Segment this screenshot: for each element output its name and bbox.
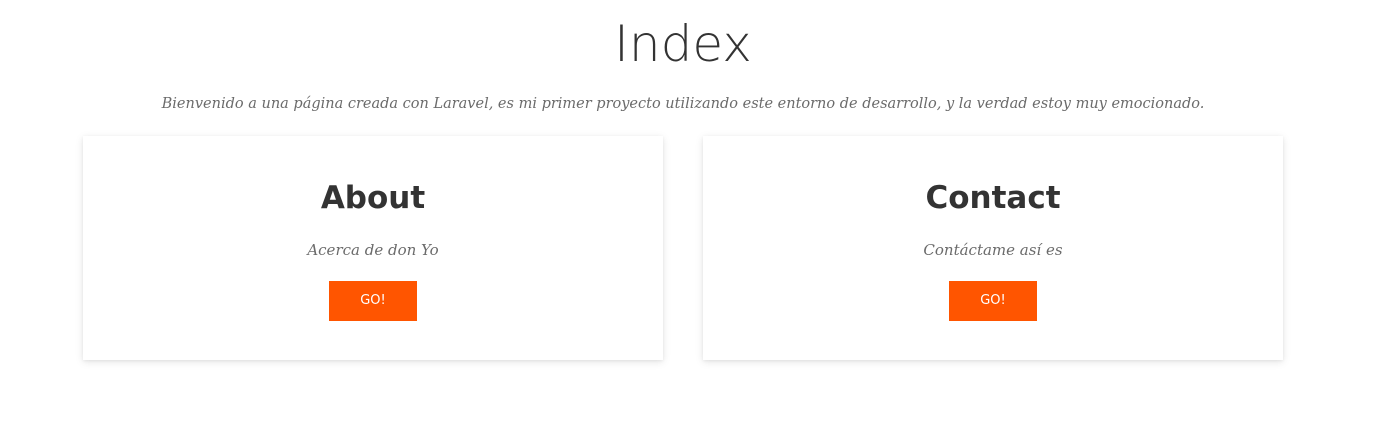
about-card-title: About bbox=[320, 180, 426, 216]
about-card-text: Acerca de don Yo bbox=[307, 241, 439, 259]
contact-card-title: Contact bbox=[925, 180, 1061, 216]
contact-card: Contact Contáctame así es GO! bbox=[703, 136, 1283, 360]
contact-go-button[interactable]: GO! bbox=[949, 281, 1037, 321]
page-subtitle: Bienvenido a una página creada con Larav… bbox=[161, 96, 1205, 112]
about-card: About Acerca de don Yo GO! bbox=[83, 136, 663, 360]
about-go-button[interactable]: GO! bbox=[329, 281, 417, 321]
page: Index Bienvenido a una página creada con… bbox=[0, 0, 1374, 421]
page-title: Index bbox=[614, 15, 752, 73]
contact-card-text: Contáctame así es bbox=[923, 241, 1063, 259]
